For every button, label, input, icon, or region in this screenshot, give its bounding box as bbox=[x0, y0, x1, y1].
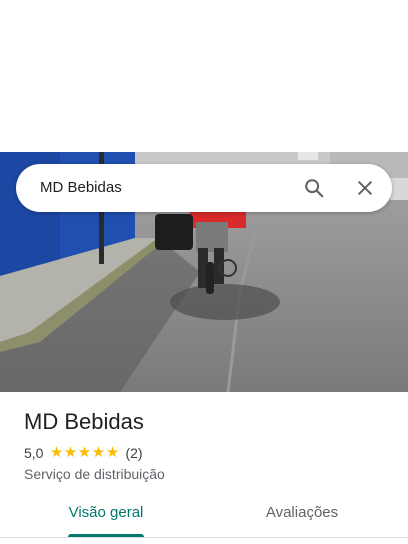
star-icon: ★ bbox=[49, 444, 64, 461]
tab-overview[interactable]: Visão geral bbox=[62, 494, 150, 536]
search-bar[interactable]: MD Bebidas bbox=[16, 164, 392, 212]
tabs-divider bbox=[0, 537, 408, 538]
rating-row[interactable]: 5,0 ★ ★ ★ ★ ★ (2) bbox=[24, 444, 143, 462]
map-blank-area bbox=[0, 0, 408, 152]
review-count[interactable]: (2) bbox=[125, 445, 142, 461]
place-tabs: Visão geral Avaliações bbox=[0, 494, 408, 542]
star-icon: ★ bbox=[77, 444, 92, 461]
tab-reviews[interactable]: Avaliações bbox=[252, 494, 352, 536]
rating-value: 5,0 bbox=[24, 445, 44, 461]
close-icon bbox=[358, 181, 372, 195]
star-icon: ★ bbox=[63, 444, 78, 461]
star-icon: ★ bbox=[105, 444, 120, 461]
clear-search-button[interactable] bbox=[349, 172, 381, 204]
star-icon: ★ bbox=[91, 444, 106, 461]
search-icon bbox=[305, 179, 324, 198]
place-category: Serviço de distribuição bbox=[24, 466, 165, 482]
search-button[interactable] bbox=[298, 172, 330, 204]
rating-stars: ★ ★ ★ ★ ★ bbox=[49, 444, 119, 462]
search-input[interactable]: MD Bebidas bbox=[40, 164, 122, 212]
place-title: MD Bebidas bbox=[24, 409, 144, 434]
